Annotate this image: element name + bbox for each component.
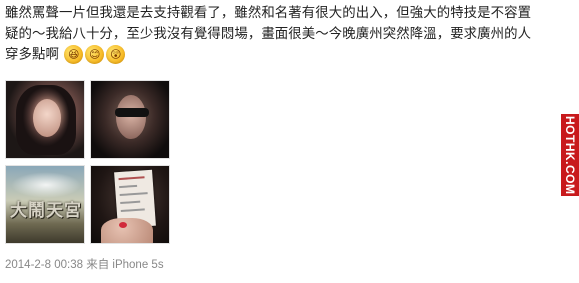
post-timestamp[interactable]: 2014-2-8 00:38 [5, 259, 83, 271]
emoji-row: 😆 😊 😲 [64, 45, 126, 64]
laughing-emoji-icon: 😆 [64, 45, 84, 64]
photo-selfie-sunglasses[interactable] [90, 80, 170, 159]
photo-cinema-ticket[interactable] [90, 165, 170, 244]
surprised-emoji-icon: 😲 [106, 45, 126, 64]
grinning-emoji-icon: 😊 [85, 45, 105, 64]
watermark-logo: HOTHK.COM [561, 114, 579, 196]
photo-grid: 大鬧天宮 [5, 80, 170, 244]
post-line-1: 雖然罵聲一片但我還是去支持觀看了，雖然和名著有很大的出入，但強大的特技是不容置 [5, 6, 532, 21]
post-line-2: 疑的～我給八十分，至少我沒有覺得悶場，畫面很美～今晚廣州突然降溫，要求廣州的人 [5, 26, 532, 42]
post-line-3: 穿多點啊 [5, 47, 59, 63]
post-meta: 2014-2-8 00:38 来自 iPhone 5s [5, 256, 164, 272]
photo-selfie-1[interactable] [5, 80, 85, 159]
post-source: 来自 iPhone 5s [86, 259, 164, 271]
hand [101, 218, 153, 243]
post-text: 雖然罵聲一片但我還是去支持觀看了，雖然和名著有很大的出入，但強大的特技是不容置 … [5, 4, 560, 66]
movie-poster-title: 大鬧天宮 [10, 201, 82, 221]
sunglasses [115, 108, 149, 117]
photo-movie-poster[interactable]: 大鬧天宮 [5, 165, 85, 244]
